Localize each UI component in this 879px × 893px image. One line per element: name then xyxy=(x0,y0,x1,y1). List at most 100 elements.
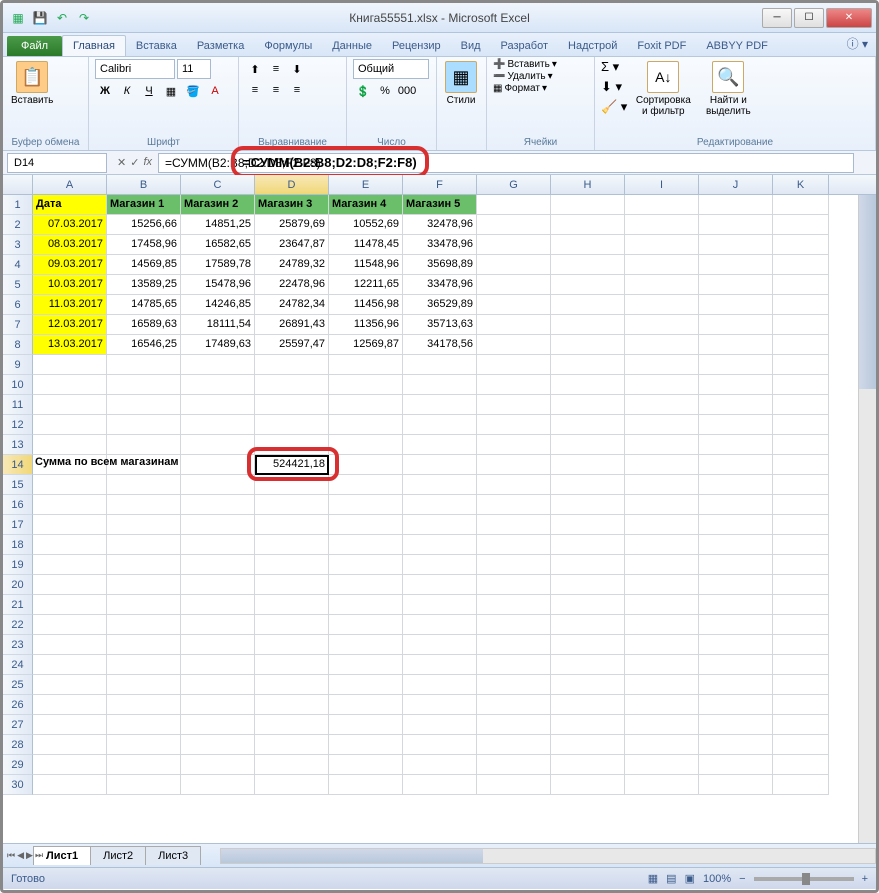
cell-G15[interactable] xyxy=(477,475,551,495)
cell-D18[interactable] xyxy=(255,535,329,555)
cell-C23[interactable] xyxy=(181,635,255,655)
cell-C18[interactable] xyxy=(181,535,255,555)
row-header-22[interactable]: 22 xyxy=(3,615,33,635)
cell-G26[interactable] xyxy=(477,695,551,715)
cell-A20[interactable] xyxy=(33,575,107,595)
cell-I1[interactable] xyxy=(625,195,699,215)
cell-C24[interactable] xyxy=(181,655,255,675)
cell-B8[interactable]: 16546,25 xyxy=(107,335,181,355)
view-pagebreak-icon[interactable]: ▣ xyxy=(685,872,695,885)
cell-D4[interactable]: 24789,32 xyxy=(255,255,329,275)
cell-G10[interactable] xyxy=(477,375,551,395)
undo-icon[interactable]: ↶ xyxy=(53,9,71,27)
cell-E19[interactable] xyxy=(329,555,403,575)
cell-K14[interactable] xyxy=(773,455,829,475)
col-header-K[interactable]: K xyxy=(773,175,829,194)
cell-F30[interactable] xyxy=(403,775,477,795)
cell-F10[interactable] xyxy=(403,375,477,395)
cell-H7[interactable] xyxy=(551,315,625,335)
cell-J15[interactable] xyxy=(699,475,773,495)
cell-G23[interactable] xyxy=(477,635,551,655)
cell-E13[interactable] xyxy=(329,435,403,455)
cell-I19[interactable] xyxy=(625,555,699,575)
cell-D14[interactable]: 524421,18 xyxy=(255,455,329,475)
cell-J26[interactable] xyxy=(699,695,773,715)
cell-D25[interactable] xyxy=(255,675,329,695)
cell-B25[interactable] xyxy=(107,675,181,695)
cell-J21[interactable] xyxy=(699,595,773,615)
cell-F24[interactable] xyxy=(403,655,477,675)
cell-E1[interactable]: Магазин 4 xyxy=(329,195,403,215)
cell-H24[interactable] xyxy=(551,655,625,675)
zoom-in-button[interactable]: + xyxy=(862,873,868,885)
cell-K10[interactable] xyxy=(773,375,829,395)
cell-B2[interactable]: 15256,66 xyxy=(107,215,181,235)
clear-button[interactable]: 🧹 ▾ xyxy=(601,99,627,115)
cell-E11[interactable] xyxy=(329,395,403,415)
col-header-I[interactable]: I xyxy=(625,175,699,194)
cell-H14[interactable] xyxy=(551,455,625,475)
cell-A3[interactable]: 08.03.2017 xyxy=(33,235,107,255)
cell-J22[interactable] xyxy=(699,615,773,635)
cell-B1[interactable]: Магазин 1 xyxy=(107,195,181,215)
cell-B21[interactable] xyxy=(107,595,181,615)
cell-E25[interactable] xyxy=(329,675,403,695)
find-select-button[interactable]: 🔍 Найти и выделить xyxy=(699,59,757,119)
cell-A28[interactable] xyxy=(33,735,107,755)
row-header-3[interactable]: 3 xyxy=(3,235,33,255)
cell-F26[interactable] xyxy=(403,695,477,715)
cell-E27[interactable] xyxy=(329,715,403,735)
cell-G7[interactable] xyxy=(477,315,551,335)
row-header-4[interactable]: 4 xyxy=(3,255,33,275)
sheet-tab-2[interactable]: Лист2 xyxy=(90,846,146,865)
tab-review[interactable]: Рецензир xyxy=(382,36,451,56)
cell-H6[interactable] xyxy=(551,295,625,315)
cell-H5[interactable] xyxy=(551,275,625,295)
cell-D19[interactable] xyxy=(255,555,329,575)
tab-formulas[interactable]: Формулы xyxy=(254,36,322,56)
cell-A18[interactable] xyxy=(33,535,107,555)
cell-C19[interactable] xyxy=(181,555,255,575)
cell-H9[interactable] xyxy=(551,355,625,375)
cell-F3[interactable]: 33478,96 xyxy=(403,235,477,255)
cell-H8[interactable] xyxy=(551,335,625,355)
cell-A17[interactable] xyxy=(33,515,107,535)
cell-F21[interactable] xyxy=(403,595,477,615)
cell-I6[interactable] xyxy=(625,295,699,315)
cell-H23[interactable] xyxy=(551,635,625,655)
cell-E18[interactable] xyxy=(329,535,403,555)
cell-A16[interactable] xyxy=(33,495,107,515)
cell-I11[interactable] xyxy=(625,395,699,415)
cell-G17[interactable] xyxy=(477,515,551,535)
cell-I23[interactable] xyxy=(625,635,699,655)
cell-J30[interactable] xyxy=(699,775,773,795)
cell-K24[interactable] xyxy=(773,655,829,675)
cell-B22[interactable] xyxy=(107,615,181,635)
cell-K26[interactable] xyxy=(773,695,829,715)
cell-G22[interactable] xyxy=(477,615,551,635)
paste-button[interactable]: 📋 Вставить xyxy=(9,59,55,108)
fill-button[interactable]: ⬇ ▾ xyxy=(601,79,627,95)
cell-H19[interactable] xyxy=(551,555,625,575)
cell-C27[interactable] xyxy=(181,715,255,735)
percent-button[interactable]: % xyxy=(375,81,395,101)
cell-G16[interactable] xyxy=(477,495,551,515)
cell-J2[interactable] xyxy=(699,215,773,235)
cell-K12[interactable] xyxy=(773,415,829,435)
cell-C21[interactable] xyxy=(181,595,255,615)
cell-F18[interactable] xyxy=(403,535,477,555)
cell-D2[interactable]: 25879,69 xyxy=(255,215,329,235)
row-header-17[interactable]: 17 xyxy=(3,515,33,535)
cell-K19[interactable] xyxy=(773,555,829,575)
cell-I13[interactable] xyxy=(625,435,699,455)
minimize-button[interactable]: ─ xyxy=(762,8,792,28)
horizontal-scrollbar[interactable] xyxy=(220,848,876,864)
cell-K18[interactable] xyxy=(773,535,829,555)
cell-A12[interactable] xyxy=(33,415,107,435)
align-right[interactable]: ≡ xyxy=(287,80,307,100)
cell-A25[interactable] xyxy=(33,675,107,695)
cell-K29[interactable] xyxy=(773,755,829,775)
align-bottom[interactable]: ⬇ xyxy=(287,59,307,79)
cells-container[interactable]: Сумма по всем магазинам ДатаМагазин 1Маг… xyxy=(33,195,876,795)
cell-J25[interactable] xyxy=(699,675,773,695)
